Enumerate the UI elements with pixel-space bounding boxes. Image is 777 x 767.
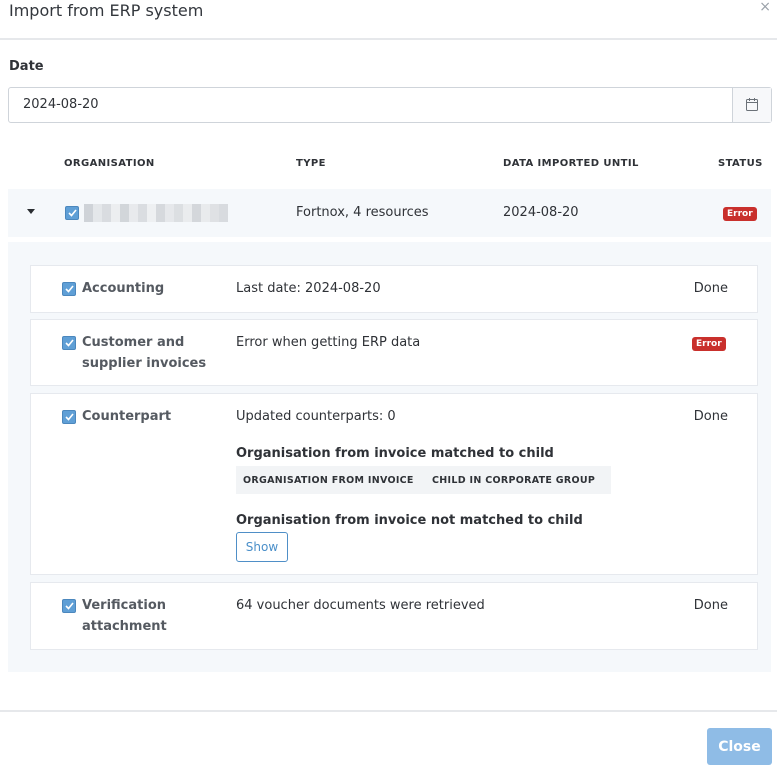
resource-details-panel: Accounting Last date: 2024-08-20 Done Cu… [8,242,771,672]
show-button[interactable]: Show [236,532,288,562]
resource-info: Error when getting ERP data [236,335,421,350]
resource-status: Done [693,598,728,613]
close-icon[interactable]: × [759,0,771,15]
resource-info: Updated counterparts: 0 [236,409,396,424]
resource-checkbox-invoices[interactable] [62,336,76,350]
close-button[interactable]: Close [707,728,772,765]
date-input[interactable]: 2024-08-20 [8,87,772,123]
resource-name-line2: supplier invoices [82,356,207,371]
resource-name-line1: Verification [82,598,167,613]
matched-table-header: ORGANISATION FROM INVOICE CHILD IN CORPO… [236,466,611,494]
resource-info: Last date: 2024-08-20 [236,281,381,296]
resource-name-line1: Customer and [82,335,185,350]
calendar-button[interactable] [732,88,771,122]
modal-header: Import from ERP system × [0,0,777,40]
resource-card-counterpart: Counterpart Updated counterparts: 0 Done… [30,393,758,575]
check-icon [68,209,77,217]
resource-checkbox-accounting[interactable] [62,282,76,296]
organisation-type: Fortnox, 4 resources [296,205,429,220]
resource-checkbox-counterpart[interactable] [62,410,76,424]
resource-status: Done [693,409,728,424]
resource-card-invoices: Customer and supplier invoices Error whe… [30,319,758,386]
status-badge-error: Error [692,337,726,351]
organisation-row[interactable]: Fortnox, 4 resources 2024-08-20 Error [8,189,771,237]
calendar-icon [746,98,758,111]
matched-heading: Organisation from invoice matched to chi… [236,446,554,461]
column-header-imported-until: DATA IMPORTED UNTIL [503,158,639,169]
matched-column-org: ORGANISATION FROM INVOICE [243,475,414,486]
matched-column-child: CHILD IN CORPORATE GROUP [432,475,596,486]
check-icon [65,602,74,610]
resource-card-verification: Verification attachment 64 voucher docum… [30,582,758,650]
resource-name: Accounting [82,281,165,296]
resource-info: 64 voucher documents were retrieved [236,598,485,613]
unmatched-heading: Organisation from invoice not matched to… [236,513,583,528]
organisation-imported-until: 2024-08-20 [503,205,579,220]
resource-name-line2: attachment [82,619,167,634]
date-label: Date [9,59,44,74]
organisation-name-redacted [84,204,228,222]
check-icon [65,413,74,421]
footer-divider [0,710,777,712]
check-icon [65,285,74,293]
resource-card-accounting: Accounting Last date: 2024-08-20 Done [30,265,758,313]
column-header-organisation: ORGANISATION [64,158,155,169]
expand-caret-icon[interactable] [27,209,35,214]
status-badge-error: Error [723,207,757,221]
organisation-checkbox[interactable] [65,206,79,220]
column-header-type: TYPE [296,158,326,169]
resource-checkbox-verification[interactable] [62,599,76,613]
resource-status: Done [693,281,728,296]
resource-name: Counterpart [82,409,172,424]
check-icon [65,339,74,347]
modal-title: Import from ERP system [9,1,204,20]
column-header-status: STATUS [718,158,763,169]
date-value: 2024-08-20 [23,97,99,112]
